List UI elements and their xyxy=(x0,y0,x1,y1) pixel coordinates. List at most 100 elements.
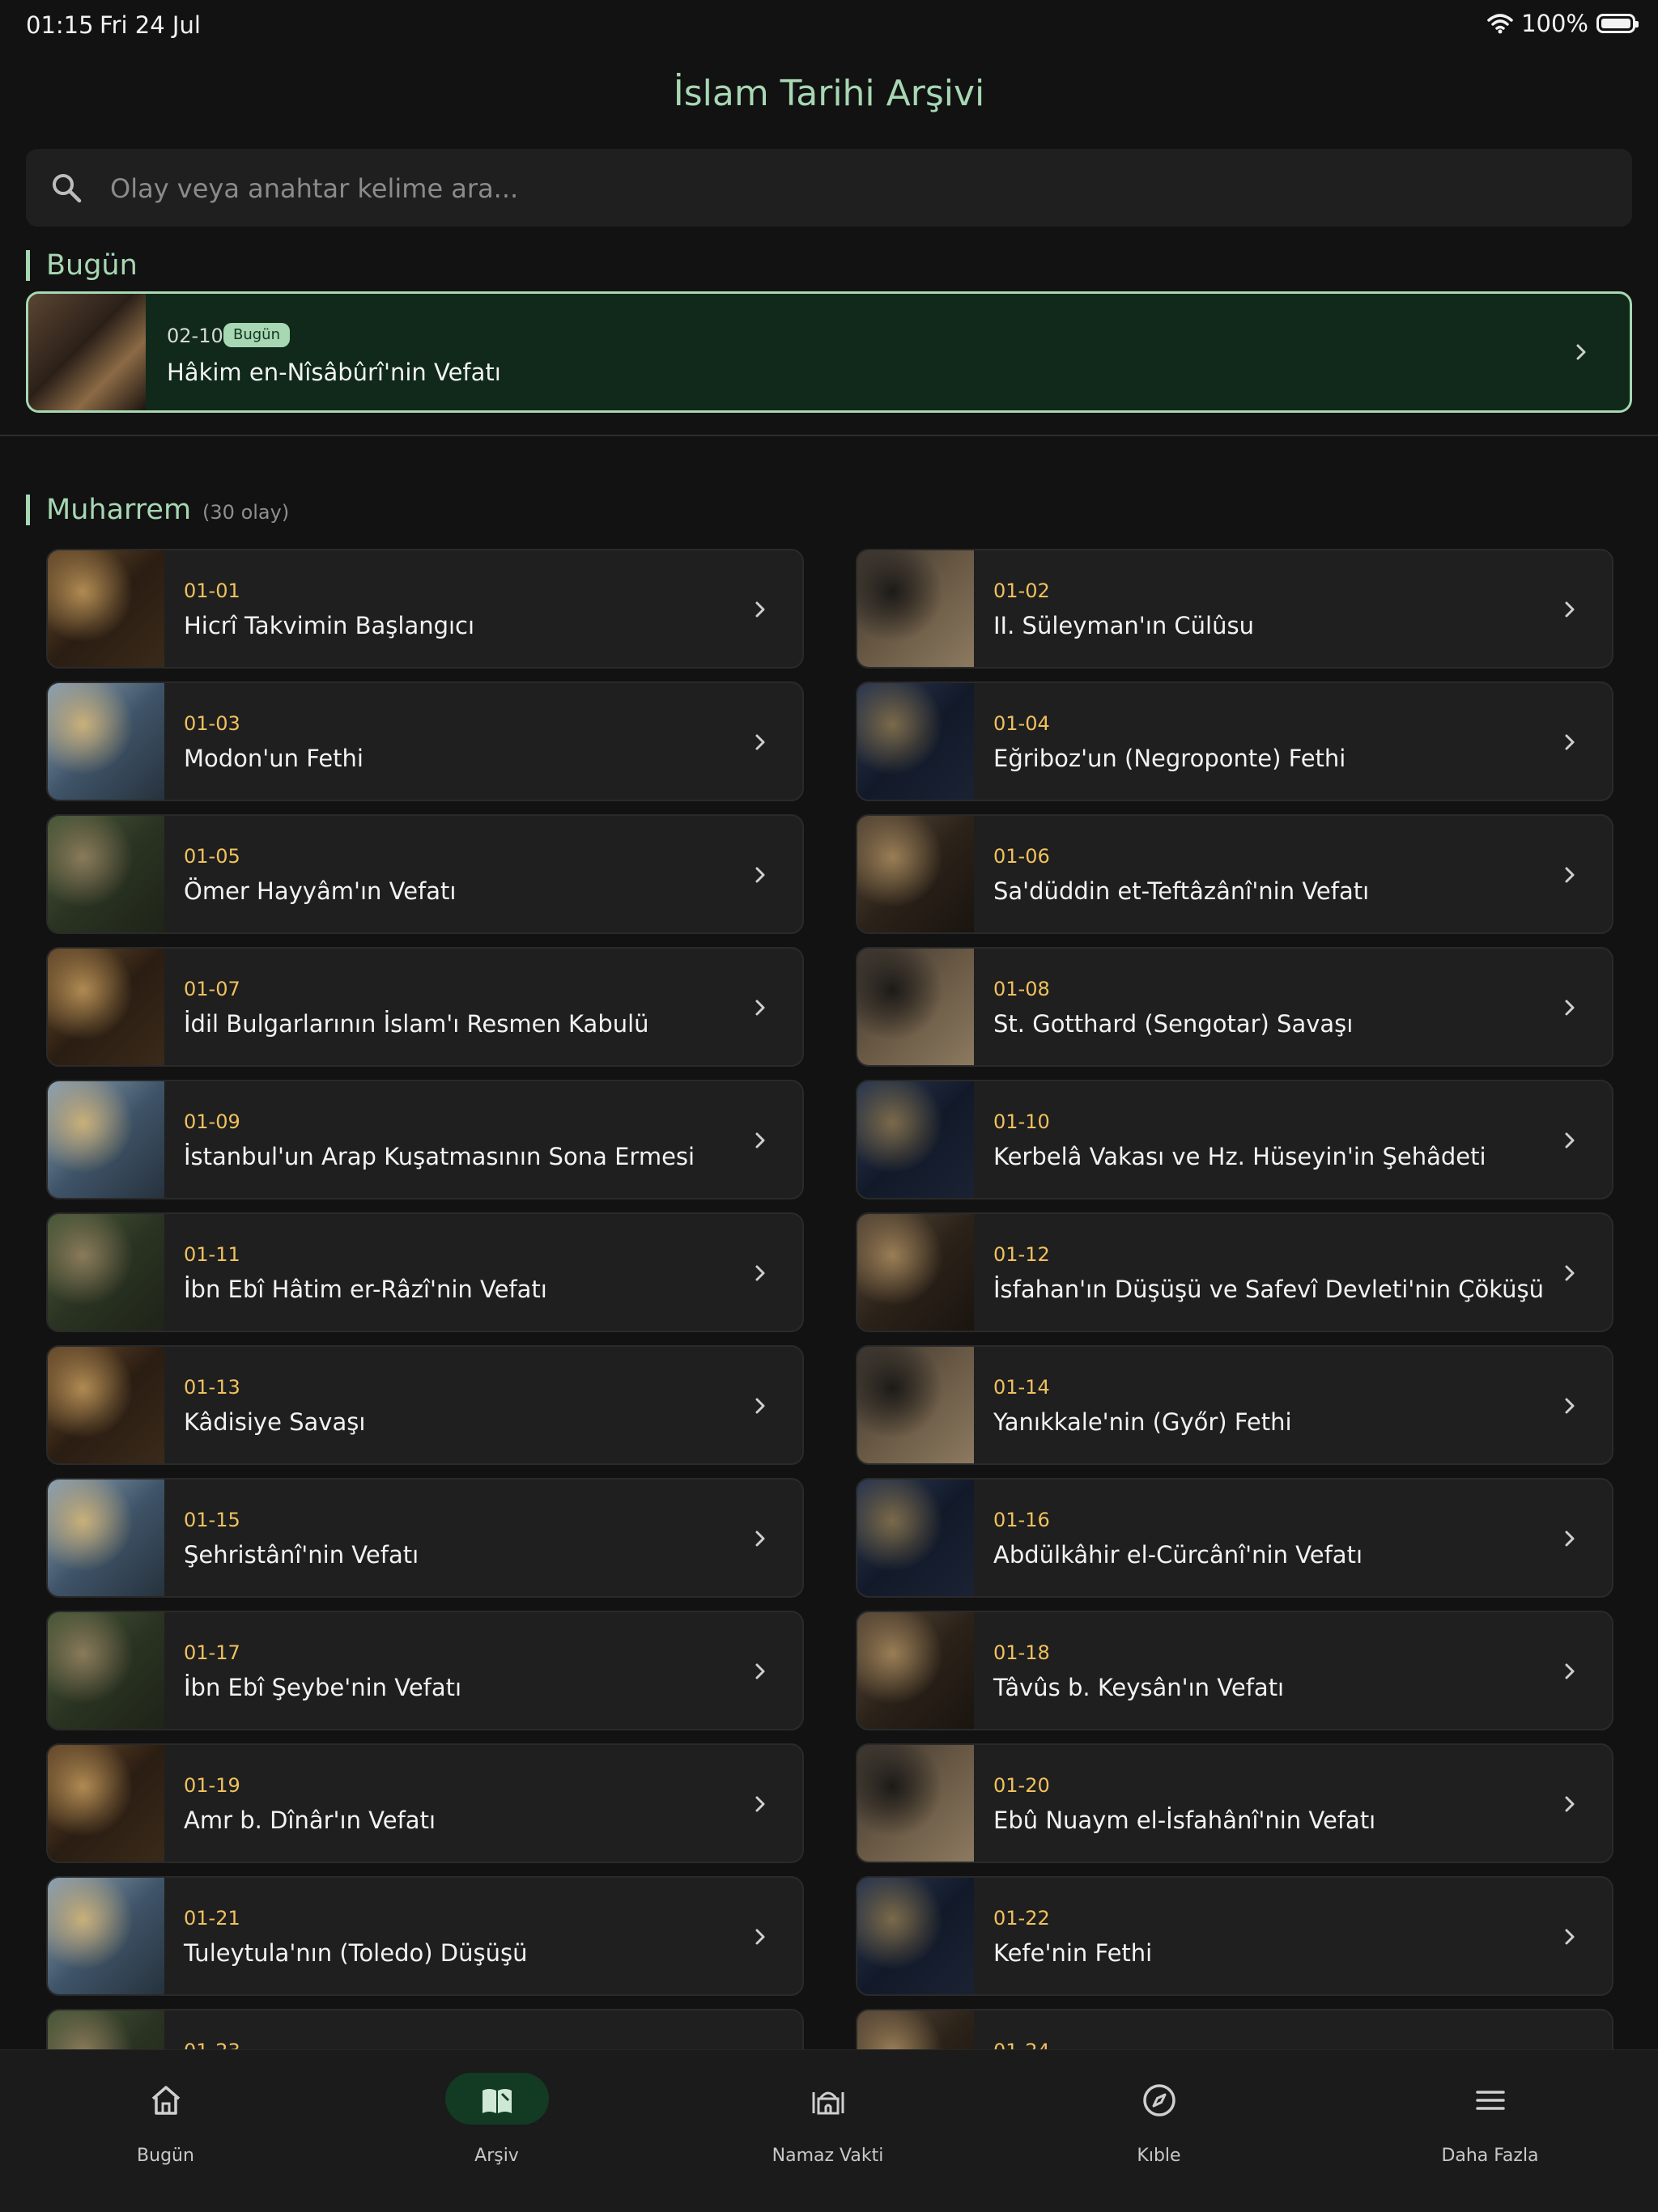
nav-label: Daha Fazla xyxy=(1441,2146,1539,2166)
event-thumbnail xyxy=(48,1347,164,1463)
search-input[interactable] xyxy=(108,149,1601,228)
event-thumbnail xyxy=(857,683,974,800)
event-card[interactable]: 01-19 Amr b. Dînâr'ın Vefatı xyxy=(46,1743,804,1863)
compass-icon xyxy=(1142,2084,1175,2116)
event-date: 01-06 xyxy=(993,845,1050,868)
event-thumbnail xyxy=(48,949,164,1065)
event-card[interactable]: 01-11 İbn Ebî Hâtim er-Râzî'nin Vefatı xyxy=(46,1212,804,1332)
nav-item-daha-fazla[interactable]: Daha Fazla xyxy=(1324,2050,1656,2212)
nav-item-arsiv[interactable]: Arşiv xyxy=(331,2050,662,2212)
chevron-right-icon xyxy=(755,601,765,618)
event-thumbnail xyxy=(857,1480,974,1596)
chevron-right-icon xyxy=(1565,1663,1575,1679)
event-date: 01-08 xyxy=(993,978,1050,1000)
event-card[interactable]: 01-23 xyxy=(46,2009,804,2049)
event-name: Sa'düddin et-Teftâzânî'nin Vefatı xyxy=(993,877,1370,905)
event-card[interactable]: 01-20 Ebû Nuaym el-İsfahânî'nin Vefatı xyxy=(856,1743,1613,1863)
wifi-icon xyxy=(1487,14,1513,34)
event-date: 01-21 xyxy=(184,1907,240,1930)
section-accent-bar xyxy=(26,250,30,281)
event-card[interactable]: 01-08 St. Gotthard (Sengotar) Savaşı xyxy=(856,947,1613,1067)
section-accent-bar xyxy=(26,495,30,525)
event-card[interactable]: 01-24 xyxy=(856,2009,1613,2049)
event-name: Hicrî Takvimin Başlangıcı xyxy=(184,612,475,639)
chevron-right-icon xyxy=(755,1000,765,1016)
status-time: 01:15 xyxy=(26,11,94,39)
event-card[interactable]: 01-05 Ömer Hayyâm'ın Vefatı xyxy=(46,814,804,934)
chevron-right-icon xyxy=(755,1398,765,1414)
event-name: St. Gotthard (Sengotar) Savaşı xyxy=(993,1010,1354,1038)
event-name: Eğriboz'un (Negroponte) Fethi xyxy=(993,745,1346,772)
event-card[interactable]: 01-06 Sa'düddin et-Teftâzânî'nin Vefatı xyxy=(856,814,1613,934)
event-thumbnail xyxy=(48,1480,164,1596)
event-date: 01-02 xyxy=(993,580,1050,602)
event-card[interactable]: 01-07 İdil Bulgarlarının İslam'ı Resmen K… xyxy=(46,947,804,1067)
event-card[interactable]: 01-17 İbn Ebî Şeybe'nin Vefatı xyxy=(46,1611,804,1730)
event-card[interactable]: 01-16 Abdülkâhir el-Cürcânî'nin Vefatı xyxy=(856,1478,1613,1598)
event-card[interactable]: 01-22 Kefe'nin Fethi xyxy=(856,1876,1613,1996)
event-card[interactable]: 01-01 Hicrî Takvimin Başlangıcı xyxy=(46,549,804,669)
event-date: 01-22 xyxy=(993,1907,1050,1930)
event-name: II. Süleyman'ın Cülûsu xyxy=(993,612,1254,639)
event-name: Abdülkâhir el-Cürcânî'nin Vefatı xyxy=(993,1541,1363,1569)
event-card[interactable]: 01-09 İstanbul'un Arap Kuşatmasının Sona … xyxy=(46,1080,804,1199)
nav-item-namaz-vakti[interactable]: Namaz Vakti xyxy=(662,2050,993,2212)
chevron-right-icon xyxy=(755,1663,765,1679)
event-date: 01-05 xyxy=(184,845,240,868)
event-name: İsfahan'ın Düşüşü ve Safevî Devleti'nin … xyxy=(993,1276,1545,1303)
event-card[interactable]: 01-13 Kâdisiye Savaşı xyxy=(46,1345,804,1465)
event-card[interactable]: 01-04 Eğriboz'un (Negroponte) Fethi xyxy=(856,681,1613,801)
chevron-right-icon xyxy=(1565,867,1575,883)
nav-item-bugun[interactable]: Bugün xyxy=(0,2050,331,2212)
chevron-right-icon xyxy=(1565,1265,1575,1281)
bottom-nav: Bugün Arşiv Namaz Vakti Kıble Daha Fazla xyxy=(0,2049,1658,2212)
search-icon xyxy=(53,174,82,203)
menu-icon xyxy=(1475,2091,1505,2110)
event-name: Kerbelâ Vakası ve Hz. Hüseyin'in Şehâdet… xyxy=(993,1143,1486,1170)
today-section-header: Bugün xyxy=(26,249,138,282)
event-name: Ebû Nuaym el-İsfahânî'nin Vefatı xyxy=(993,1807,1376,1834)
event-date: 01-15 xyxy=(184,1509,240,1531)
event-date: 01-03 xyxy=(184,712,240,735)
event-name: İstanbul'un Arap Kuşatmasının Sona Ermes… xyxy=(184,1143,695,1170)
search-bar[interactable] xyxy=(26,149,1632,228)
event-card[interactable]: 01-14 Yanıkkale'nin (Győr) Fethi xyxy=(856,1345,1613,1465)
chevron-right-icon xyxy=(755,1929,765,1945)
today-event-card[interactable]: 02-10 Bugün Hâkim en-Nîsâbûrî'nin Vefatı xyxy=(26,291,1632,413)
page-title: İslam Tarihi Arşivi xyxy=(673,73,985,114)
event-date: 01-20 xyxy=(993,1774,1050,1797)
event-card[interactable]: 01-12 İsfahan'ın Düşüşü ve Safevî Devleti… xyxy=(856,1212,1613,1332)
event-card[interactable]: 01-02 II. Süleyman'ın Cülûsu xyxy=(856,549,1613,669)
event-date: 01-07 xyxy=(184,978,240,1000)
event-thumbnail xyxy=(48,1612,164,1729)
month-section-header: Muharrem (30 olay) xyxy=(26,494,289,526)
event-thumbnail xyxy=(48,1745,164,1862)
event-date: 01-19 xyxy=(184,1774,240,1797)
event-card[interactable]: 01-10 Kerbelâ Vakası ve Hz. Hüseyin'in Şe… xyxy=(856,1080,1613,1199)
event-date: 01-01 xyxy=(184,580,240,602)
chevron-right-icon xyxy=(755,1796,765,1812)
event-card[interactable]: 01-21 Tuleytula'nın (Toledo) Düşüşü xyxy=(46,1876,804,1996)
chevron-right-icon xyxy=(755,1132,765,1148)
event-thumbnail xyxy=(857,1214,974,1331)
nav-label: Arşiv xyxy=(474,2146,519,2166)
nav-item-kible[interactable]: Kıble xyxy=(993,2050,1324,2212)
event-card[interactable]: 01-15 Şehristânî'nin Vefatı xyxy=(46,1478,804,1598)
event-card[interactable]: 01-03 Modon'un Fethi xyxy=(46,681,804,801)
chevron-right-icon xyxy=(755,734,765,750)
event-date: 01-10 xyxy=(993,1110,1050,1133)
chevron-right-icon xyxy=(1565,1531,1575,1547)
event-name: İbn Ebî Hâtim er-Râzî'nin Vefatı xyxy=(184,1276,547,1303)
event-name: Yanıkkale'nin (Győr) Fethi xyxy=(993,1408,1292,1436)
nav-label: Namaz Vakti xyxy=(772,2146,884,2166)
event-date: 01-12 xyxy=(993,1243,1050,1266)
event-thumbnail xyxy=(857,1081,974,1198)
event-date: 01-17 xyxy=(184,1641,240,1664)
today-section-title: Bugün xyxy=(46,249,138,282)
event-card[interactable]: 01-18 Tâvûs b. Keysân'ın Vefatı xyxy=(856,1611,1613,1730)
event-thumbnail xyxy=(48,1878,164,1994)
event-name: Şehristânî'nin Vefatı xyxy=(184,1541,419,1569)
event-name: Kâdisiye Savaşı xyxy=(184,1408,366,1436)
event-date: 01-24 xyxy=(993,2040,1050,2049)
home-icon xyxy=(151,2086,180,2115)
